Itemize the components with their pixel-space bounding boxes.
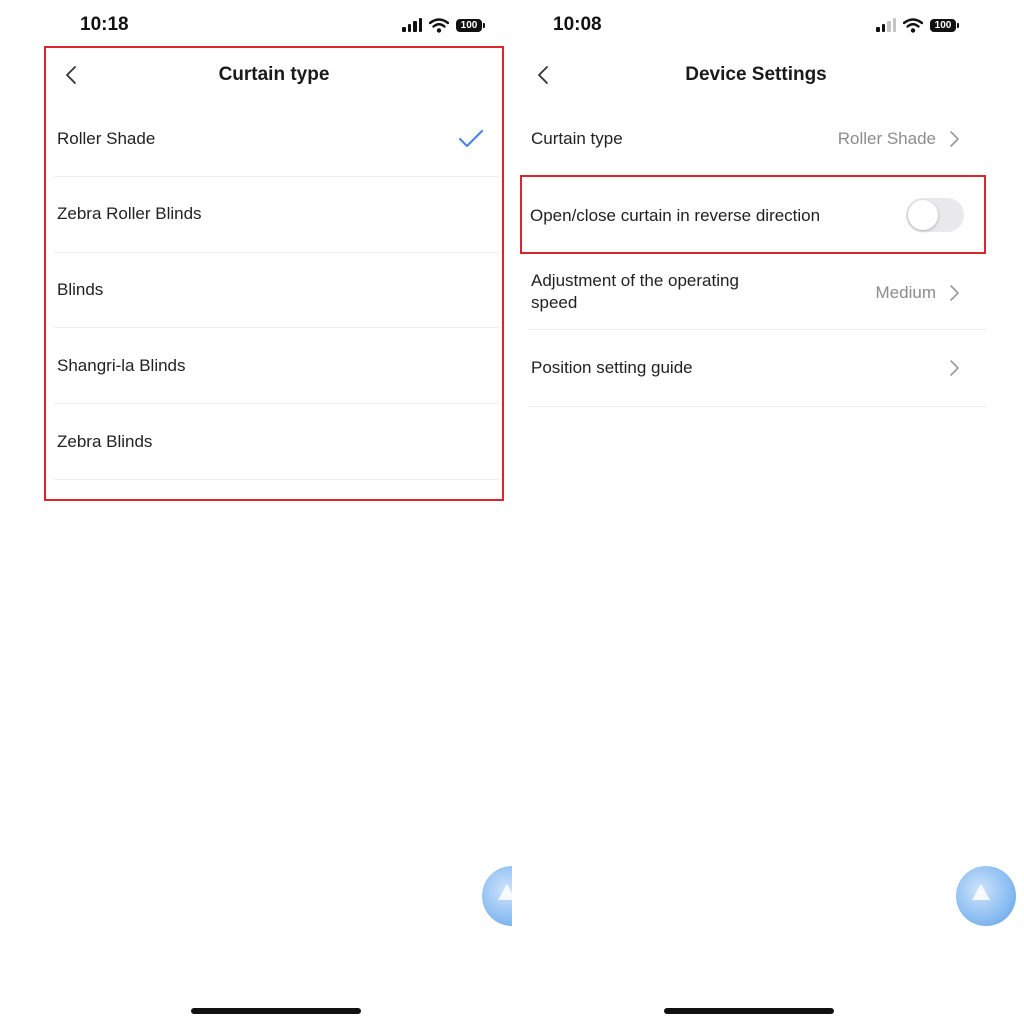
setting-row-operating-speed[interactable]: Adjustment of the operating speed Medium: [528, 254, 986, 330]
status-time: 10:18: [80, 14, 129, 35]
status-icons: 100: [876, 16, 959, 34]
curtain-option-blinds[interactable]: Blinds: [54, 253, 500, 328]
curtain-option-zebra-blinds[interactable]: Zebra Blinds: [54, 404, 500, 480]
setting-row-reverse-direction: Open/close curtain in reverse direction: [528, 177, 986, 254]
setting-value: Roller Shade: [837, 129, 936, 148]
chevron-right-icon: [950, 360, 959, 376]
cellular-signal-icon: [876, 18, 896, 32]
chevron-right-icon: [950, 285, 959, 301]
setting-label-line2: speed: [531, 293, 578, 312]
toggle-knob: [908, 200, 938, 230]
page-title: Curtain type: [218, 64, 330, 85]
battery-icon: 100: [930, 18, 959, 32]
status-time: 10:08: [553, 14, 602, 35]
floating-assistant-icon: [972, 884, 990, 900]
page-title: Device Settings: [685, 64, 827, 85]
setting-label: Open/close curtain in reverse direction: [530, 206, 821, 225]
option-label: Shangri-la Blinds: [57, 356, 186, 375]
curtain-option-roller-shade[interactable]: Roller Shade: [54, 101, 500, 177]
wifi-icon: [429, 17, 449, 33]
cellular-signal-icon: [402, 18, 422, 32]
reverse-direction-toggle[interactable]: [906, 198, 964, 232]
nav-header: Curtain type: [46, 50, 502, 100]
option-label: Zebra Blinds: [57, 432, 153, 451]
setting-label: Curtain type: [531, 129, 623, 148]
nav-header: Device Settings: [526, 50, 986, 100]
curtain-option-zebra-roller-blinds[interactable]: Zebra Roller Blinds: [54, 177, 500, 253]
checkmark-icon: [458, 129, 484, 148]
home-indicator: [664, 1008, 834, 1014]
option-label: Blinds: [57, 280, 104, 299]
status-icons: 100: [402, 16, 485, 34]
chevron-right-icon: [950, 131, 959, 147]
curtain-option-shangri-la-blinds[interactable]: Shangri-la Blinds: [54, 328, 500, 404]
setting-label: Position setting guide: [531, 358, 693, 377]
setting-label-line1: Adjustment of the operating: [531, 271, 739, 290]
floating-assistant-icon: [498, 884, 512, 900]
floating-assistant-button[interactable]: [482, 866, 512, 926]
setting-row-curtain-type[interactable]: Curtain type Roller Shade: [528, 101, 986, 177]
device-settings-screen: 10:08 100 Device Settings Curtain type R…: [512, 0, 1024, 1024]
setting-value: Medium: [875, 283, 936, 302]
option-label: Zebra Roller Blinds: [57, 204, 202, 223]
floating-assistant-button[interactable]: [956, 866, 1016, 926]
battery-icon: 100: [456, 18, 485, 32]
home-indicator: [191, 1008, 361, 1014]
wifi-icon: [903, 17, 923, 33]
setting-row-position-guide[interactable]: Position setting guide: [528, 330, 986, 407]
curtain-type-screen: 10:18 100 Curtain type Roller Shade Zebr…: [0, 0, 512, 1024]
option-label: Roller Shade: [57, 129, 156, 148]
